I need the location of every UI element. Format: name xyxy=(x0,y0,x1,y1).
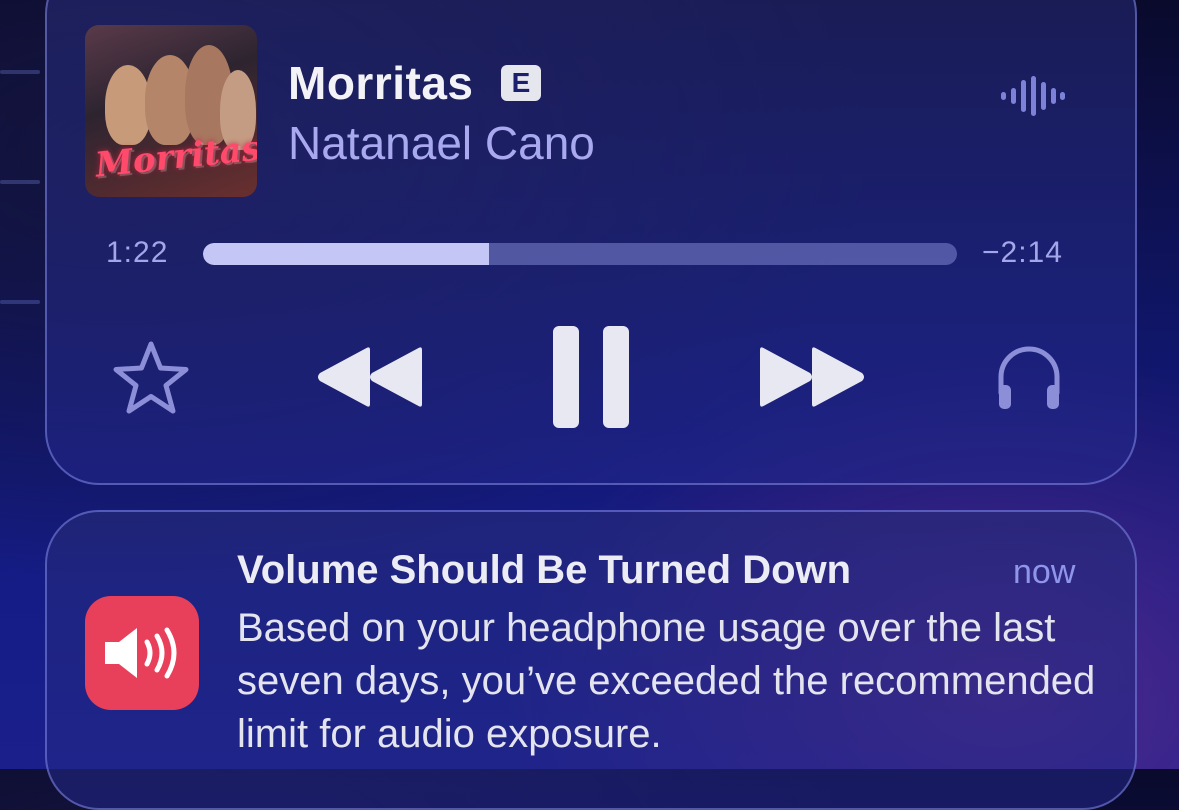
speaker-volume-icon xyxy=(85,596,199,710)
pause-icon[interactable] xyxy=(553,326,629,428)
notification-body: Based on your headphone usage over the l… xyxy=(237,606,1096,756)
speaker-volume-glyph xyxy=(105,627,177,679)
progress-fill xyxy=(203,243,489,265)
star-icon[interactable] xyxy=(110,340,192,416)
forward-icon[interactable] xyxy=(758,346,866,408)
elapsed-time: 1:22 xyxy=(106,236,169,269)
notification-time: now xyxy=(1013,553,1076,591)
waveform-icon xyxy=(1001,76,1065,116)
headphones-icon[interactable] xyxy=(995,343,1063,411)
notification-title: Volume Should Be Turned Down xyxy=(237,548,852,592)
artist-name[interactable]: Natanael Cano xyxy=(288,116,595,170)
background-streak xyxy=(0,300,40,304)
rewind-icon[interactable] xyxy=(316,346,424,408)
song-title[interactable]: Morritas xyxy=(288,56,473,110)
remaining-time: −2:14 xyxy=(982,236,1063,269)
background-streak xyxy=(0,180,40,184)
progress-scrubber[interactable] xyxy=(203,243,957,265)
explicit-badge: E xyxy=(501,65,541,101)
album-artwork[interactable]: Morritas xyxy=(85,25,257,197)
background-streak xyxy=(0,70,40,74)
